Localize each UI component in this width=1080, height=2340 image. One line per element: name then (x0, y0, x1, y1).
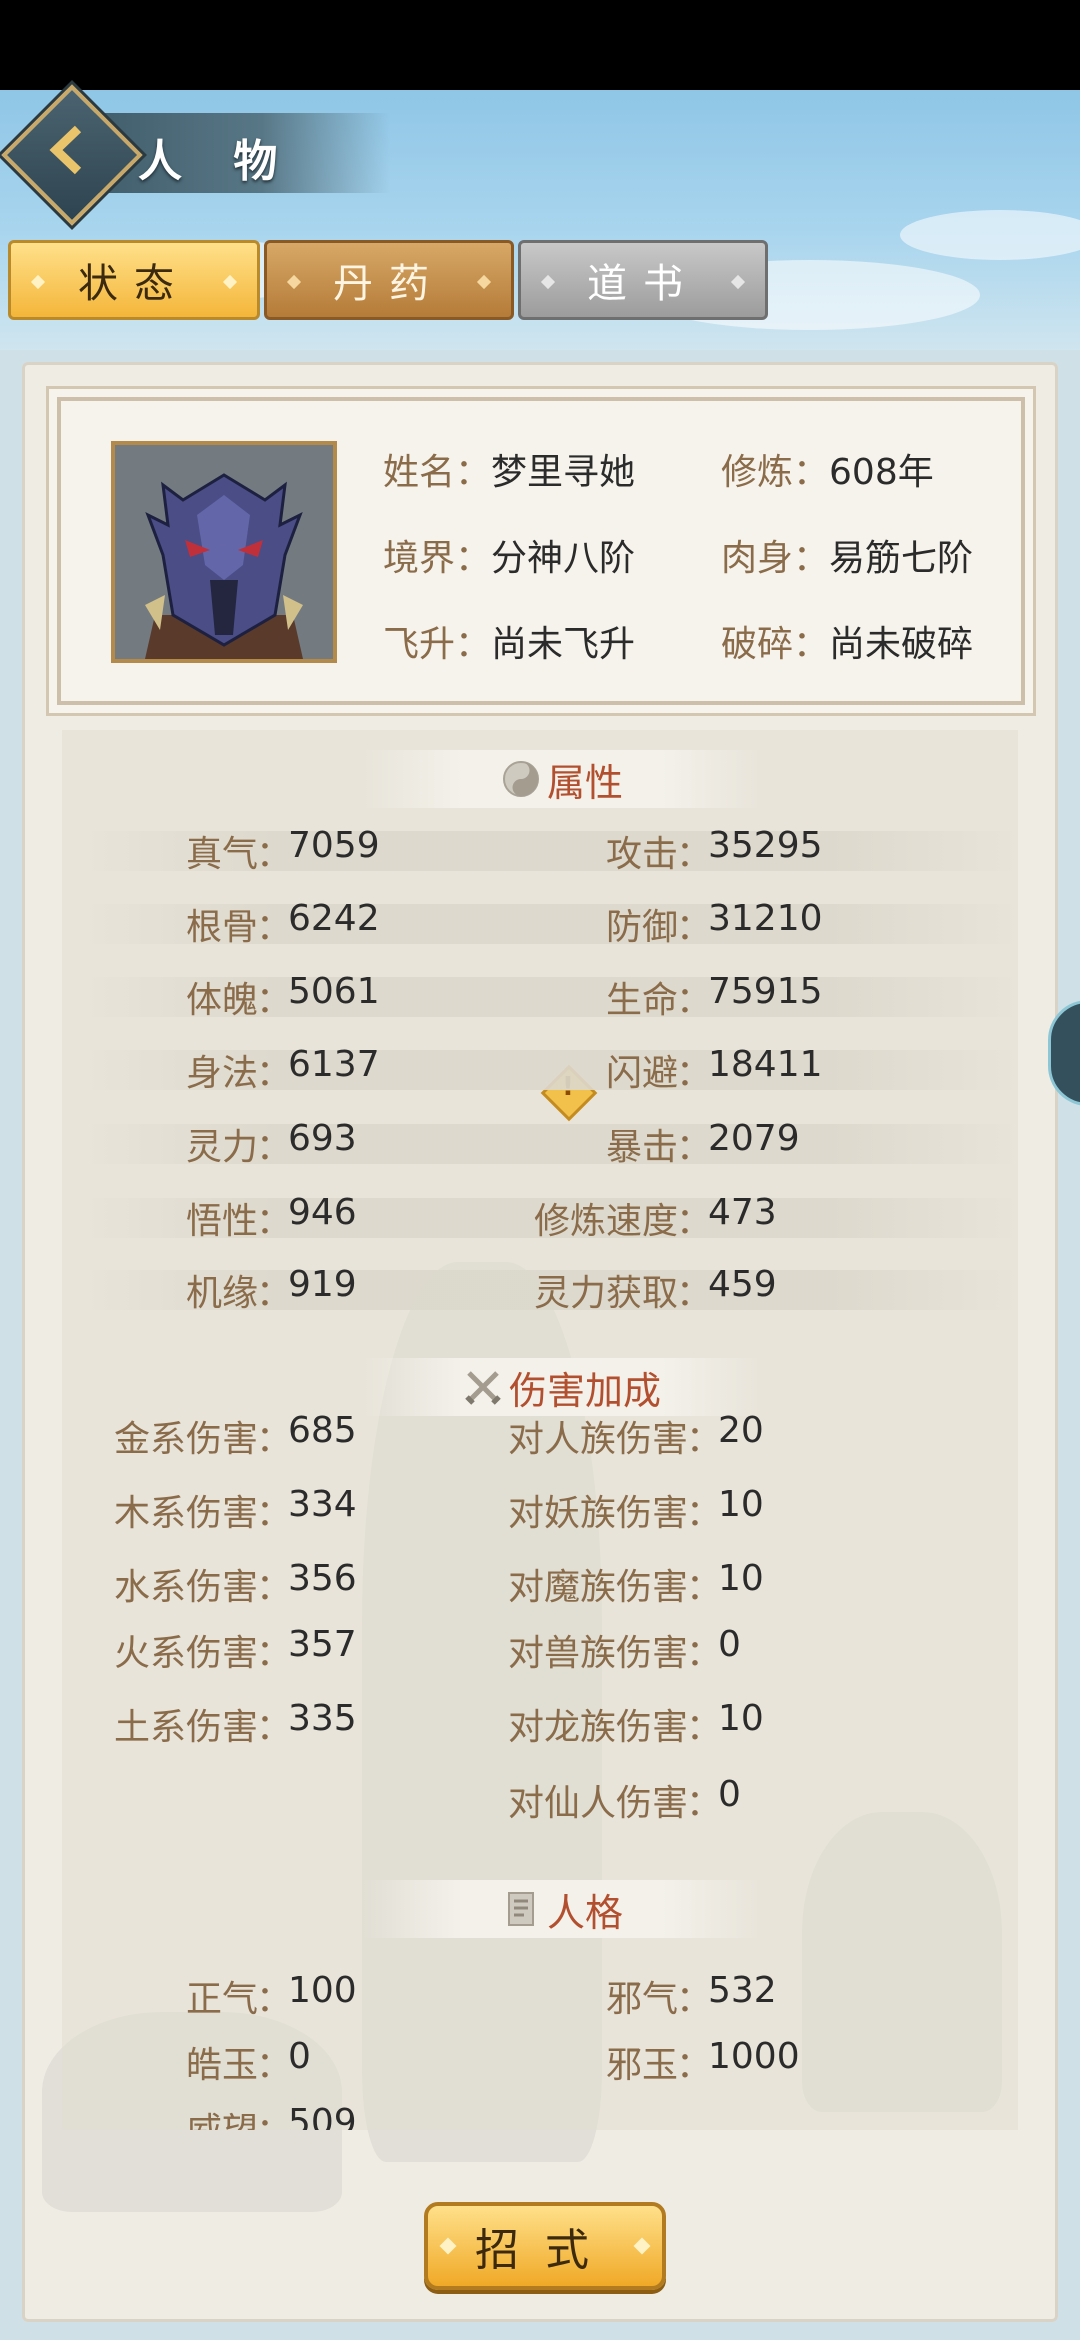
attributes-value: 31210 (708, 898, 823, 939)
damage-value: 10 (718, 1484, 764, 1525)
profile-body: 肉身：易筋七阶 (721, 538, 974, 579)
profile-card: 姓名：梦里寻她 修炼：608年 境界：分神八阶 肉身：易筋七阶 飞升：尚未飞升 … (57, 397, 1025, 705)
scroll-document-icon (507, 1892, 534, 1926)
profile-shatter: 破碎：尚未破碎 (721, 624, 974, 665)
attributes-value: 946 (288, 1192, 357, 1233)
damage-label: 对龙族伤害 (507, 1707, 688, 1748)
attributes-value: 18411 (708, 1044, 823, 1085)
attributes-value: 75915 (708, 971, 823, 1012)
damage-value: 10 (718, 1698, 764, 1739)
attributes-label: 根骨 (185, 907, 258, 948)
attributes-value: 459 (708, 1264, 777, 1305)
attributes-label: 真气 (185, 834, 258, 875)
tab-pills[interactable]: 丹药 (264, 240, 514, 320)
personality-value: 0 (288, 2036, 311, 2077)
tab-books[interactable]: 道书 (518, 240, 768, 320)
attributes-label: 灵力 (185, 1127, 258, 1168)
damage-value: 357 (288, 1624, 357, 1665)
attributes-label: 悟性 (185, 1201, 258, 1242)
personality-value: 1000 (708, 2036, 800, 2077)
section-personality: 人格 (362, 1880, 762, 1938)
skills-button[interactable]: 招式 (424, 2202, 666, 2290)
personality-label: 邪玉 (605, 2045, 678, 2086)
profile-realm: 境界：分神八阶 (383, 538, 636, 579)
section-attributes: 属性 (362, 750, 762, 808)
damage-label: 金系伤害 (113, 1419, 258, 1460)
damage-value: 10 (718, 1558, 764, 1599)
attributes-value: 6242 (288, 898, 380, 939)
profile-ascend: 飞升：尚未飞升 (383, 624, 636, 665)
attributes-value: 6137 (288, 1044, 380, 1085)
tab-books-label: 道书 (587, 261, 699, 307)
header-bar: 人 物 (1, 84, 390, 226)
attribute-scroll-area[interactable]: 属性 ! 伤害加成 人格 真气：7059攻击：35295根骨：6242防御：31… (62, 730, 1018, 2130)
attributes-label: 生命 (605, 980, 678, 1021)
damage-label: 火系伤害 (113, 1633, 258, 1674)
damage-value: 685 (288, 1410, 357, 1451)
status-bar (0, 0, 1080, 90)
personality-value: 100 (288, 1970, 357, 2011)
damage-value: 334 (288, 1484, 357, 1525)
chevron-left-icon (49, 125, 82, 175)
attributes-value: 7059 (288, 825, 380, 866)
section-damage: 伤害加成 (362, 1358, 762, 1416)
damage-label: 土系伤害 (113, 1707, 258, 1748)
section-personality-title: 人格 (546, 1890, 623, 1935)
damage-label: 对兽族伤害 (507, 1633, 688, 1674)
damage-label: 对妖族伤害 (507, 1493, 688, 1534)
profile-cultivation: 修炼：608年 (721, 452, 934, 493)
profile-name: 姓名：梦里寻她 (383, 452, 636, 493)
attributes-value: 5061 (288, 971, 380, 1012)
damage-label: 对仙人伤害 (507, 1783, 688, 1824)
attributes-label: 暴击 (605, 1127, 678, 1168)
attributes-label: 体魄 (185, 980, 258, 1021)
personality-value: 532 (708, 1970, 777, 2011)
section-attributes-title: 属性 (546, 760, 623, 805)
damage-value: 356 (288, 1558, 357, 1599)
character-portrait (111, 441, 337, 663)
attributes-value: 2079 (708, 1118, 800, 1159)
attributes-label: 防御 (605, 907, 678, 948)
attributes-label: 灵力获取 (533, 1273, 678, 1314)
damage-label: 水系伤害 (113, 1567, 258, 1608)
damage-label: 木系伤害 (113, 1493, 258, 1534)
crossed-swords-icon (465, 1371, 501, 1405)
personality-label: 正气 (185, 1979, 258, 2020)
damage-value: 0 (718, 1774, 741, 1815)
damage-label: 对人族伤害 (507, 1419, 688, 1460)
attributes-label: 闪避 (605, 1053, 678, 1094)
attributes-label: 机缘 (185, 1273, 258, 1314)
personality-value: 509 (288, 2102, 357, 2130)
attributes-value: 693 (288, 1118, 357, 1159)
damage-label: 对魔族伤害 (507, 1567, 688, 1608)
skills-button-label: 招式 (475, 2225, 615, 2276)
dragon-mask-icon (115, 445, 333, 659)
yin-yang-icon (502, 761, 539, 797)
attributes-value: 919 (288, 1264, 357, 1305)
attributes-label: 修炼速度 (533, 1201, 678, 1242)
personality-label: 邪气 (605, 1979, 678, 2020)
damage-value: 20 (718, 1410, 764, 1451)
page-title: 人 物 (138, 136, 296, 187)
character-panel: 姓名：梦里寻她 修炼：608年 境界：分神八阶 肉身：易筋七阶 飞升：尚未飞升 … (22, 362, 1058, 2322)
attributes-value: 35295 (708, 825, 823, 866)
attributes-value: 473 (708, 1192, 777, 1233)
tab-status-label: 状态 (78, 261, 190, 307)
personality-label: 威望 (186, 2102, 258, 2130)
attributes-label: 攻击 (605, 834, 678, 875)
attributes-label: 身法 (185, 1053, 258, 1094)
damage-value: 335 (288, 1698, 357, 1739)
tab-status[interactable]: 状态 (8, 240, 260, 320)
personality-label: 皓玉 (185, 2045, 258, 2086)
section-damage-title: 伤害加成 (508, 1368, 661, 1413)
damage-value: 0 (718, 1624, 741, 1665)
tab-pills-label: 丹药 (333, 261, 445, 307)
